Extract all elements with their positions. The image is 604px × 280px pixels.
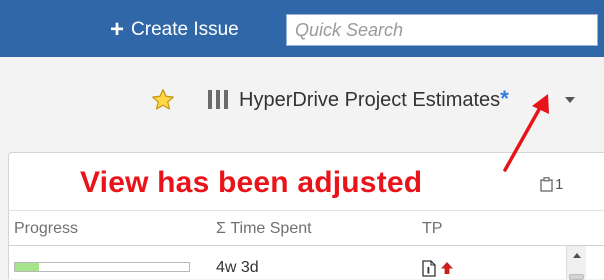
- scroll-thumb[interactable]: [569, 274, 584, 280]
- chevron-down-icon[interactable]: [565, 97, 575, 103]
- column-header-time-spent[interactable]: Σ Time Spent: [216, 220, 312, 238]
- annotation-text: View has been adjusted: [80, 166, 423, 199]
- quick-search-input[interactable]: [286, 14, 598, 46]
- column-picker-button[interactable]: 1: [540, 176, 563, 193]
- filter-title[interactable]: HyperDrive Project Estimates*: [239, 86, 509, 112]
- document-icon[interactable]: [422, 260, 436, 277]
- filter-header: HyperDrive Project Estimates*: [0, 57, 604, 152]
- column-picker-icon: [540, 177, 553, 192]
- plus-icon: +: [110, 16, 125, 43]
- time-spent-value: 4w 3d: [216, 259, 259, 276]
- filter-name: HyperDrive Project Estimates: [239, 89, 501, 111]
- progress-bar-fill: [15, 263, 40, 271]
- star-icon[interactable]: [150, 87, 176, 113]
- priority-up-icon: [441, 262, 453, 274]
- column-header-progress[interactable]: Progress: [14, 220, 78, 238]
- create-issue-button[interactable]: + Create Issue: [110, 16, 239, 44]
- scroll-up-icon[interactable]: [573, 253, 581, 258]
- column-count: 1: [555, 176, 564, 193]
- table-header: Progress Σ Time Spent TP: [8, 210, 604, 246]
- vertical-scrollbar[interactable]: [566, 246, 586, 280]
- create-issue-label: Create Issue: [131, 19, 239, 40]
- table-row[interactable]: 4w 3d: [8, 247, 568, 279]
- top-header: + Create Issue: [0, 0, 604, 57]
- progress-bar: [14, 262, 190, 272]
- view-columns-icon: [208, 88, 232, 110]
- modified-indicator: *: [500, 86, 509, 111]
- column-header-tp[interactable]: TP: [422, 220, 442, 238]
